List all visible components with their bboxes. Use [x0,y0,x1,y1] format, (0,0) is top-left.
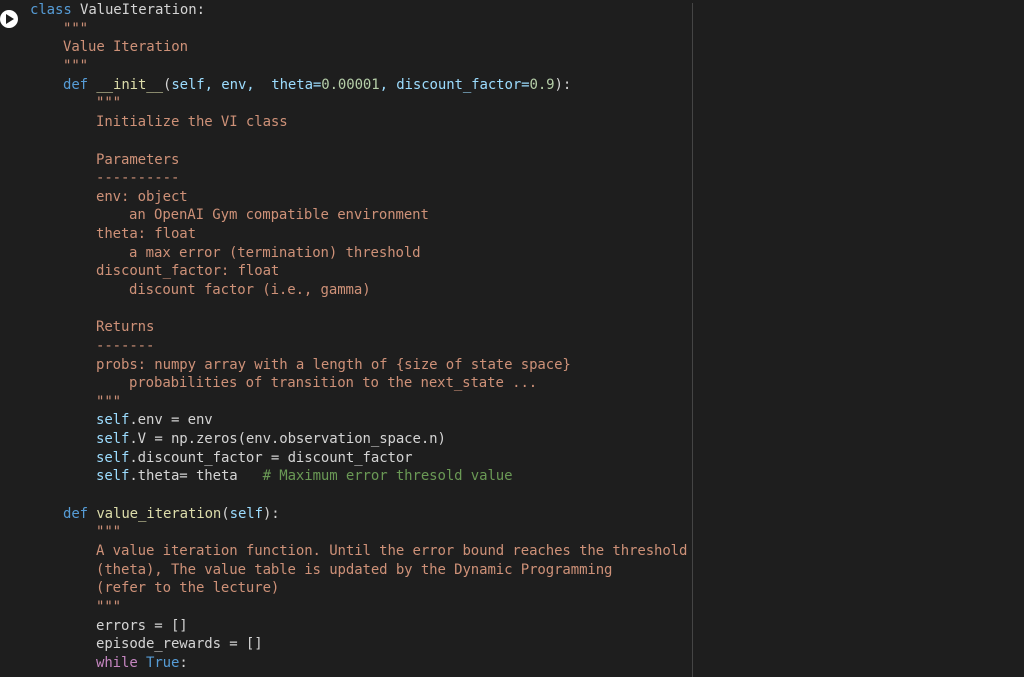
docstring-line: Initialize the VI class [96,114,288,130]
docstring-line: ------- [96,338,155,354]
punctuation: ( [221,506,230,522]
punctuation: : [179,655,188,671]
run-cell-button[interactable] [0,10,18,28]
docstring-line: Returns [96,319,155,335]
self-token: self [171,77,205,93]
self-token: self [96,450,130,466]
code-line: self.discount_factor = discount_factor [96,449,413,468]
params: , env, theta= [204,77,322,93]
docstring-line: env: object [96,189,188,205]
code-line: self.env = env [96,411,213,430]
class-name: ValueIteration [71,2,197,18]
punctuation: : [196,2,205,18]
docstring-line: """ [96,524,121,540]
docstring-line: a max error (termination) threshold [129,245,421,261]
docstring-line: """ [63,58,88,74]
statement: .theta= theta [129,468,263,484]
statement: .discount_factor = discount_factor [129,450,413,466]
self-token: self [96,468,130,484]
punctuation: ): [262,506,280,522]
docstring-line: an OpenAI Gym compatible environment [129,207,429,223]
docstring-line: """ [96,394,121,410]
code-line: def __init__(self, env, theta=0.00001, d… [63,76,571,95]
docstring-line: """ [63,21,88,37]
docstring-line: probs: numpy array with a length of {siz… [96,357,571,373]
self-token: self [96,412,130,428]
number: 0.9 [529,77,555,93]
code-line: errors = [] [96,618,188,634]
self-token: self [96,431,130,447]
constant: True [146,655,180,671]
docstring-line: discount_factor: float [96,263,280,279]
keyword: def [63,506,88,522]
params: , discount_factor= [379,77,530,93]
play-icon [6,14,14,24]
keyword: class [30,2,72,18]
self-token: self [229,506,263,522]
docstring-line: probabilities of transition to the next_… [129,375,538,391]
docstring-line: theta: float [96,226,196,242]
punctuation: ): [554,77,572,93]
docstring-line: ---------- [96,170,180,186]
docstring-line: (theta), The value table is updated by t… [96,562,613,578]
vertical-ruler [692,3,693,677]
statement: .V = np.zeros(env.observation_space.n) [129,431,446,447]
docstring-line: discount factor (i.e., gamma) [129,282,371,298]
code-line: self.V = np.zeros(env.observation_space.… [96,430,446,449]
keyword: def [63,77,88,93]
docstring-line: (refer to the lecture) [96,580,280,596]
comment: # Maximum error thresold value [262,468,513,484]
code-line: self.theta= theta # Maximum error threso… [96,467,513,486]
function-name: value_iteration [88,506,222,522]
code-line: def value_iteration(self): [63,505,280,524]
docstring-line: Value Iteration [63,39,188,55]
notebook-cell: class ValueIteration: """ Value Iteratio… [0,0,1024,677]
keyword: while [96,655,138,671]
docstring-line: A value iteration function. Until the er… [96,543,688,559]
statement: .env = env [129,412,213,428]
code-line: class ValueIteration: [30,1,205,20]
docstring-line: """ [96,95,121,111]
function-name: __init__ [88,77,163,93]
number: 0.00001 [321,77,380,93]
code-line: episode_rewards = [] [96,636,263,652]
docstring-line: Parameters [96,152,180,168]
docstring-line: """ [96,599,121,615]
code-line: while True: [96,654,188,673]
